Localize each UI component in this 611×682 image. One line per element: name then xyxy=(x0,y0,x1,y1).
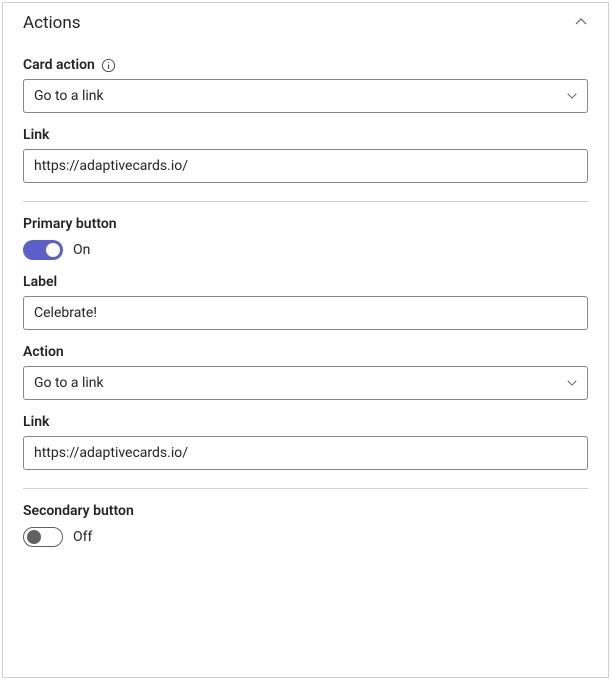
primary-button-toggle-row: On xyxy=(23,240,588,260)
secondary-button-heading: Secondary button xyxy=(23,503,134,519)
primary-button-action-select[interactable]: Go to a link xyxy=(23,366,588,400)
primary-button-label-field-label: Label xyxy=(23,274,57,290)
card-action-label-row: Card action xyxy=(23,57,588,73)
card-action-link-input[interactable] xyxy=(23,149,588,183)
secondary-button-heading-row: Secondary button xyxy=(23,503,588,519)
primary-button-label-field-row: Label xyxy=(23,274,588,290)
primary-button-action-label: Action xyxy=(23,344,64,360)
actions-panel: Actions Card action Go to a link xyxy=(2,2,609,678)
card-action-label: Card action xyxy=(23,57,95,73)
actions-panel-title: Actions xyxy=(23,13,81,33)
primary-button-label-input[interactable] xyxy=(23,296,588,330)
primary-button-link-label-row: Link xyxy=(23,414,588,430)
secondary-button-toggle[interactable] xyxy=(23,527,63,547)
toggle-knob xyxy=(27,530,41,544)
actions-panel-body: Card action Go to a link Link xyxy=(3,57,608,567)
primary-button-link-input[interactable] xyxy=(23,436,588,470)
secondary-button-toggle-row: Off xyxy=(23,527,588,547)
card-action-link-label-row: Link xyxy=(23,127,588,143)
card-action-link-label: Link xyxy=(23,127,49,143)
primary-button-action-label-row: Action xyxy=(23,344,588,360)
chevron-up-icon xyxy=(574,14,588,33)
actions-panel-header[interactable]: Actions xyxy=(3,3,608,43)
divider xyxy=(23,201,588,202)
primary-button-heading: Primary button xyxy=(23,216,117,232)
primary-button-toggle-state: On xyxy=(73,242,90,258)
card-action-select-wrap: Go to a link xyxy=(23,79,588,113)
info-icon[interactable] xyxy=(101,57,117,73)
toggle-knob xyxy=(46,243,60,257)
primary-button-link-label: Link xyxy=(23,414,49,430)
primary-button-action-select-wrap: Go to a link xyxy=(23,366,588,400)
primary-button-toggle[interactable] xyxy=(23,240,63,260)
secondary-button-toggle-state: Off xyxy=(73,529,92,545)
primary-button-heading-row: Primary button xyxy=(23,216,588,232)
divider xyxy=(23,488,588,489)
card-action-select[interactable]: Go to a link xyxy=(23,79,588,113)
